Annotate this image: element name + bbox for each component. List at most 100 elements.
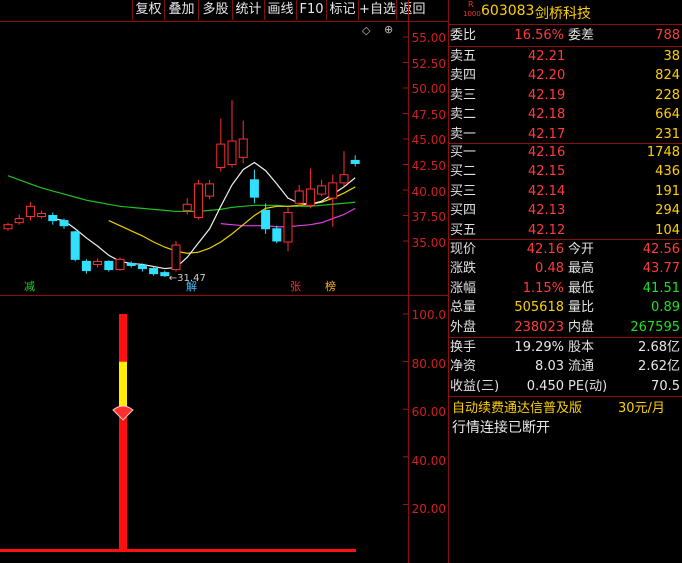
toolbar-button-6[interactable]: 标记 <box>326 0 358 20</box>
indicator-tick: 20.00 <box>411 502 446 516</box>
event-marker-2[interactable]: 张 <box>290 280 301 293</box>
candle-body[interactable] <box>216 143 226 169</box>
candle-body[interactable] <box>272 228 282 242</box>
toolbar-button-5[interactable]: F10 <box>296 0 326 20</box>
candle-body[interactable] <box>81 260 91 272</box>
candle-body[interactable] <box>104 260 114 271</box>
candle-body[interactable] <box>70 231 80 260</box>
indicator-bar-yellow <box>119 361 127 410</box>
candle-body[interactable] <box>93 260 103 265</box>
price-tick: 52.50 <box>411 56 446 71</box>
price-tick: 40.00 <box>411 184 446 199</box>
bids-row[interactable]: 买五 42.12 104 <box>450 221 682 240</box>
indicator-baseline <box>0 549 356 552</box>
candle-body[interactable] <box>294 190 304 204</box>
candle-body[interactable] <box>283 211 293 243</box>
candle-body[interactable] <box>205 183 215 197</box>
candle-body[interactable] <box>3 224 13 230</box>
candle-body[interactable] <box>137 264 147 270</box>
price-tick: 50.00 <box>411 82 446 97</box>
indicator-tick: 40.00 <box>411 453 446 468</box>
toolbar-button-3[interactable]: 统计 <box>232 0 264 20</box>
signal-marker-icon <box>112 405 134 421</box>
indicator-bar-red-top <box>119 314 127 362</box>
expand-icon[interactable]: ⊕ <box>384 23 393 36</box>
quote-row: 总量 505618 量比 0.89 <box>450 300 680 316</box>
panel-divider <box>448 0 449 563</box>
badge-bottom: 1000 <box>463 10 481 18</box>
toolbar-button-2[interactable]: 多股 <box>198 0 232 20</box>
candle-body[interactable] <box>227 140 237 165</box>
price-tick: 55.00 <box>411 31 446 45</box>
candle-body[interactable] <box>350 159 360 164</box>
indicator-tick: 100.0 <box>411 308 446 322</box>
candle-body[interactable] <box>305 188 315 206</box>
candle-body[interactable] <box>193 183 203 219</box>
asks-row[interactable]: 卖四 42.20 824 <box>450 66 682 85</box>
indicator-tick: 80.00 <box>411 356 446 371</box>
fundamental-row: 换手 19.29% 股本 2.68亿 <box>450 340 680 355</box>
price-tick: 35.00 <box>411 235 446 250</box>
promo-price[interactable]: 30元/月 <box>618 399 665 418</box>
ma-yellow-line <box>108 186 356 254</box>
price-tick: 45.00 <box>411 133 446 148</box>
bids-row[interactable]: 买三 42.14 191 <box>450 182 682 201</box>
event-marker-0[interactable]: 减 <box>24 280 35 293</box>
ma-white-line <box>52 161 356 270</box>
price-tick: 42.50 <box>411 159 446 173</box>
candle-body[interactable] <box>59 220 69 227</box>
quote-row: 外盘 238023 内盘 267595 <box>450 319 680 335</box>
promo-text[interactable]: 自动续费通达信普及版 <box>452 399 582 418</box>
bids-row[interactable]: 买四 42.13 294 <box>450 201 682 220</box>
candle-body[interactable] <box>317 185 327 195</box>
quote-row: 涨幅 1.15% 最低 41.51 <box>450 280 680 296</box>
candle-body[interactable] <box>37 212 47 218</box>
toolbar-button-0[interactable]: 复权 <box>132 0 164 20</box>
fundamental-row: 收益(三) 0.450 PE(动) 70.5 <box>450 378 680 394</box>
promo-row[interactable]: 自动续费通达信普及版 30元/月 <box>450 399 682 418</box>
diamond-icon[interactable]: ◇ <box>362 24 370 37</box>
toolbar-button-1[interactable]: 叠加 <box>164 0 198 20</box>
asks-row[interactable]: 卖一 42.17 231 <box>450 125 682 144</box>
bids-row[interactable]: 买一 42.16 1748 <box>450 143 682 162</box>
candle-body[interactable] <box>261 209 271 230</box>
asks-row[interactable]: 卖二 42.18 664 <box>450 105 682 124</box>
candle-body[interactable] <box>160 272 170 277</box>
asks-row[interactable]: 卖三 42.19 228 <box>450 86 682 105</box>
candle-body[interactable] <box>238 138 248 158</box>
toolbar-button-8[interactable]: 返回 <box>396 0 428 20</box>
order-ratio-row: 委比 16.56% 委差 788 <box>450 28 680 43</box>
connection-status: 行情连接已断开 <box>452 420 550 436</box>
indicator-bar-red-low <box>119 409 127 552</box>
quote-row: 涨跌 0.48 最高 43.77 <box>450 261 680 277</box>
indicator-tick: 60.00 <box>411 405 446 419</box>
quote-row: 现价 42.16 今开 42.56 <box>450 242 680 257</box>
event-marker-1[interactable]: 解 <box>186 279 197 293</box>
bids-row[interactable]: 买二 42.15 436 <box>450 162 682 181</box>
stock-name: 剑桥科技 <box>535 6 591 22</box>
toolbar-button-7[interactable]: +自选 <box>358 0 396 20</box>
candle-body[interactable] <box>14 218 24 224</box>
status-row: 行情连接已断开 <box>450 419 682 438</box>
event-marker-3[interactable]: 榜 <box>325 279 336 293</box>
candle-body[interactable] <box>171 244 181 271</box>
fundamental-row: 净资 8.03 流通 2.62亿 <box>450 359 680 375</box>
toolbar-button-4[interactable]: 画线 <box>264 0 296 20</box>
candle-body[interactable] <box>339 174 349 184</box>
badge-top: R <box>468 0 474 9</box>
candle-body[interactable] <box>115 258 125 271</box>
indicator-chart[interactable] <box>0 296 408 563</box>
candle-body[interactable] <box>149 268 159 275</box>
stock-header: R 1000 603083 剑桥科技 <box>450 0 682 24</box>
candle-body[interactable] <box>48 215 58 222</box>
asks-row[interactable]: 卖五 42.21 38 <box>450 47 682 66</box>
candle-body[interactable] <box>182 203 192 211</box>
candle-body[interactable] <box>249 179 259 198</box>
price-tick: 37.50 <box>411 210 446 225</box>
price-tick: 47.50 <box>411 107 446 122</box>
axis-divider <box>408 0 409 563</box>
kline-chart[interactable]: ←31.47减解张榜 <box>0 22 408 294</box>
candle-body[interactable] <box>126 262 136 266</box>
candle-body[interactable] <box>328 182 338 199</box>
candle-body[interactable] <box>25 205 35 218</box>
